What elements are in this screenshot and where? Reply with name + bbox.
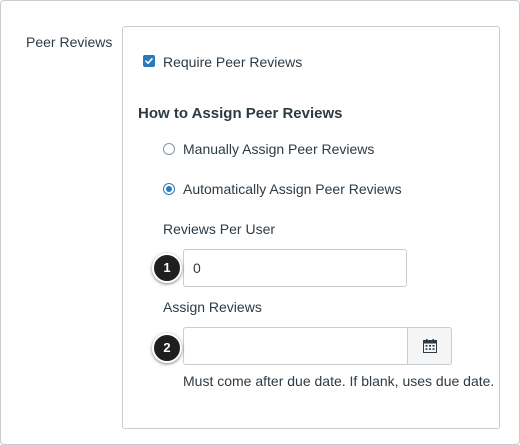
assign-reviews-hint: Must come after due date. If blank, uses…	[183, 373, 495, 389]
reviews-per-user-label: Reviews Per User	[163, 221, 276, 237]
auto-assign-radio[interactable]	[163, 183, 175, 195]
manual-assign-label[interactable]: Manually Assign Peer Reviews	[183, 141, 374, 157]
assign-heading: How to Assign Peer Reviews	[138, 105, 343, 122]
calendar-button[interactable]	[407, 327, 452, 365]
auto-assign-label[interactable]: Automatically Assign Peer Reviews	[183, 181, 402, 197]
assign-reviews-label: Assign Reviews	[163, 299, 262, 315]
calendar-icon	[423, 339, 437, 353]
callout-badge-2: 2	[152, 333, 182, 363]
manual-assign-radio[interactable]	[163, 143, 175, 155]
reviews-per-user-input[interactable]	[183, 249, 407, 287]
section-label: Peer Reviews	[26, 34, 113, 50]
assign-reviews-date-input[interactable]	[183, 327, 408, 365]
callout-badge-1: 1	[152, 253, 182, 283]
require-peer-reviews-checkbox[interactable]	[143, 55, 155, 67]
checkmark-icon	[145, 58, 153, 64]
require-peer-reviews-label[interactable]: Require Peer Reviews	[163, 54, 302, 70]
